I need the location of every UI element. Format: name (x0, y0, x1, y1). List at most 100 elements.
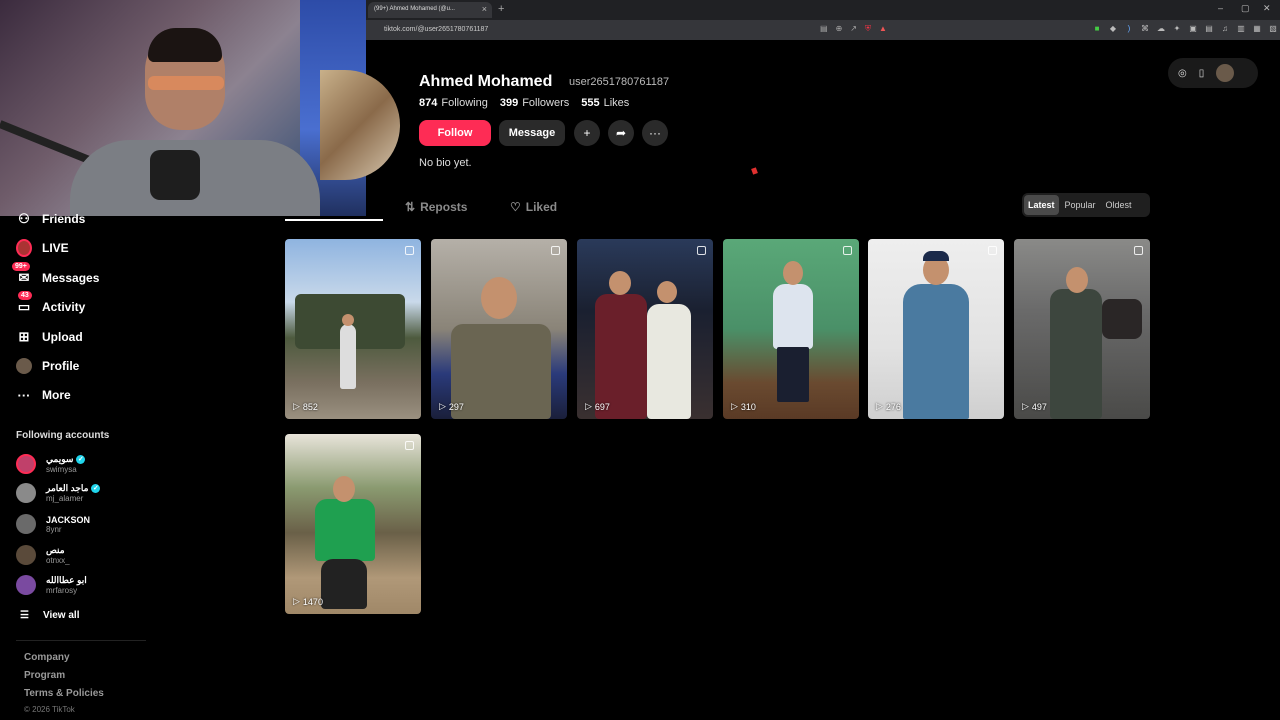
verified-icon: ✓ (76, 455, 86, 464)
video-thumbnail[interactable]: ▷ 276 (868, 239, 1004, 419)
phone-icon[interactable]: ▯ (1199, 68, 1205, 79)
list-icon: ☰ (20, 610, 29, 621)
extension-icon[interactable]: ▣ (1188, 24, 1198, 34)
share-icon[interactable]: ↗ (850, 24, 857, 34)
sidebar-item-friends[interactable]: ⚇ Friends (16, 211, 85, 227)
close-window-button[interactable]: ✕ (1263, 3, 1271, 14)
avatar (16, 545, 36, 565)
avatar (16, 454, 36, 474)
video-thumbnail[interactable]: ▷ 497 (1014, 239, 1150, 419)
mouse-cursor-icon (751, 167, 758, 175)
extension-icon[interactable]: ) (1124, 24, 1134, 34)
message-button[interactable]: Message (499, 120, 565, 146)
browser-tab[interactable]: (99+) Ahmed Mohamed (@u... × (368, 2, 492, 18)
wallet-icon[interactable]: ▧ (1268, 24, 1278, 34)
sidebar-item-label: More (42, 388, 71, 402)
shield-icon[interactable]: ⛨ (865, 24, 871, 34)
url-field[interactable]: tiktok.com/@user2651780761187 (384, 26, 488, 33)
music-icon[interactable]: ♫ (1220, 24, 1230, 34)
account-handle: mj_alamer (46, 494, 84, 503)
sort-latest[interactable]: Latest (1024, 195, 1059, 215)
profile-avatar[interactable] (320, 70, 400, 180)
sidebar-item-profile[interactable]: Profile (16, 358, 79, 374)
tab-title: (99+) Ahmed Mohamed (@u... (374, 6, 455, 12)
following-account[interactable]: منص otnxx_ (16, 545, 70, 565)
view-count: ▷ 276 (876, 401, 901, 412)
followers-stat[interactable]: 399 Followers (500, 97, 569, 109)
sidebar-item-label: Messages (42, 271, 100, 285)
add-friend-icon[interactable]: + (574, 120, 600, 146)
footer-link-terms[interactable]: Terms & Policies (24, 688, 104, 699)
multi-photo-icon (1134, 246, 1143, 255)
sidebar-item-more[interactable]: ··· More (16, 387, 71, 403)
maximize-button[interactable]: ▢ (1241, 3, 1250, 14)
tab-reposts[interactable]: ⇅ Reposts (405, 200, 467, 214)
extension-icon[interactable]: ◆ (1108, 24, 1118, 34)
avatar (16, 483, 36, 503)
account-handle: swimysa (46, 465, 77, 474)
sidebar-item-upload[interactable]: ⊞ Upload (16, 329, 83, 345)
account-name: ابو عطاالله (46, 575, 87, 585)
video-thumbnail[interactable]: ▷ 852 (285, 239, 421, 419)
avatar[interactable] (1216, 64, 1235, 82)
verified-icon: ✓ (91, 484, 101, 493)
multi-photo-icon (843, 246, 852, 255)
following-stat[interactable]: 874 Following (419, 97, 488, 109)
sidebar-icon[interactable]: ▥ (1236, 24, 1246, 34)
translate-icon[interactable]: ▤ (820, 24, 828, 34)
webcam-overlay (0, 0, 366, 216)
multi-photo-icon (697, 246, 706, 255)
address-bar-icons: ▤ ⊕ ↗ ⛨ ▲ (820, 24, 887, 34)
videos-tab-indicator[interactable] (285, 219, 383, 221)
extension-icon[interactable]: ⌘ (1140, 24, 1150, 34)
following-account[interactable]: JACKSON 8ynr (16, 514, 90, 534)
more-icon: ··· (17, 387, 31, 403)
video-thumbnail[interactable]: ▷ 697 (577, 239, 713, 419)
tab-close-icon[interactable]: × (482, 4, 487, 14)
friends-icon: ⚇ (18, 211, 30, 226)
extension-icon[interactable]: ▤ (1204, 24, 1214, 34)
extension-icon[interactable]: ☁ (1156, 24, 1166, 34)
more-options-icon[interactable]: ··· (642, 120, 668, 146)
view-all-button[interactable]: ☰ View all (20, 610, 79, 621)
copyright: © 2026 TikTok (24, 705, 75, 714)
activity-badge: 43 (18, 291, 32, 300)
account-handle: 8ynr (46, 524, 62, 534)
profile-stats: 874 Following 399 Followers 555 Likes (419, 97, 629, 109)
sort-toggle: Latest Popular Oldest (1022, 193, 1150, 217)
following-account[interactable]: ابو عطاالله mrfarosy (16, 575, 87, 595)
profile-username: user2651780761187 (569, 76, 670, 88)
extension-icon[interactable]: ✦ (1172, 24, 1182, 34)
sort-popular[interactable]: Popular (1061, 195, 1100, 215)
sidebar-item-label: LIVE (42, 241, 69, 255)
sidebar-item-activity[interactable]: ▭ 43 Activity (16, 291, 85, 315)
video-thumbnail[interactable]: ▷ 297 (431, 239, 567, 419)
alert-icon[interactable]: ▲ (879, 24, 887, 34)
play-icon: ▷ (1022, 401, 1029, 411)
sidebar-item-live[interactable]: LIVE (16, 239, 69, 257)
zoom-icon[interactable]: ⊕ (836, 24, 843, 34)
divider (16, 640, 146, 641)
account-handle: otnxx_ (46, 556, 70, 565)
reading-icon[interactable]: ▦ (1252, 24, 1262, 34)
footer-link-program[interactable]: Program (24, 670, 65, 681)
new-tab-button[interactable]: + (498, 3, 504, 15)
view-all-label: View all (42, 610, 80, 621)
tiktok-icon[interactable]: ◎ (1178, 68, 1187, 79)
following-account[interactable]: سويمي ✓ swimysa (16, 454, 86, 474)
play-icon: ▷ (585, 401, 592, 411)
top-right-actions: ◎ ▯ (1168, 58, 1258, 88)
share-icon[interactable]: ➦ (608, 120, 634, 146)
following-account[interactable]: ماجد العامر ✓ mj_alamer (16, 483, 101, 503)
extension-icon[interactable]: ■ (1092, 24, 1102, 34)
video-thumbnail[interactable]: ▷ 310 (723, 239, 859, 419)
video-thumbnail[interactable]: ▷ 1470 (285, 434, 421, 614)
profile-bio: No bio yet. (419, 157, 472, 169)
minimize-button[interactable]: – (1218, 3, 1223, 13)
messages-badge: 99+ (12, 262, 30, 271)
sidebar-item-messages[interactable]: ✉ 99+ Messages (12, 262, 100, 286)
follow-button[interactable]: Follow (419, 120, 491, 146)
footer-link-company[interactable]: Company (24, 652, 70, 663)
tab-liked[interactable]: ♡ Liked (510, 200, 557, 214)
sort-oldest[interactable]: Oldest (1102, 195, 1136, 215)
